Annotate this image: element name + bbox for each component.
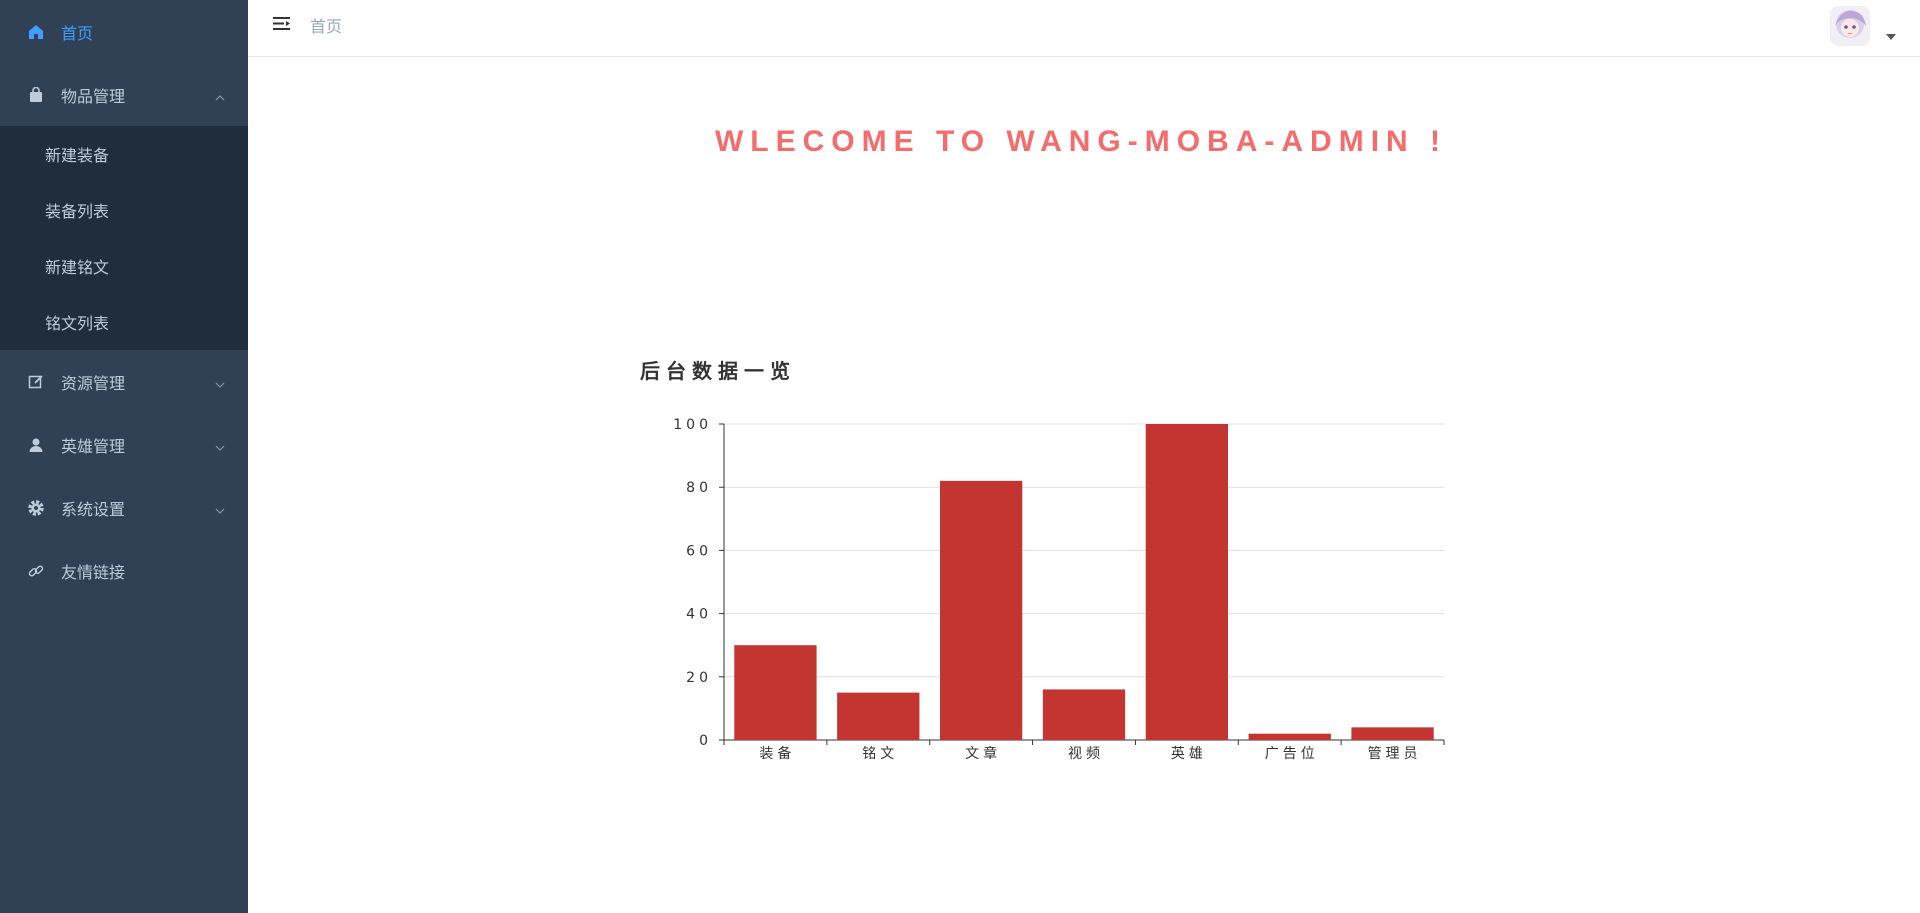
caret-down-icon[interactable] xyxy=(1886,34,1896,40)
bar-5 xyxy=(1248,733,1331,740)
bar-0 xyxy=(734,645,817,740)
breadcrumb[interactable]: 首页 xyxy=(310,13,342,37)
menu-item-goods[interactable]: 物品管理 xyxy=(0,63,248,126)
menu-item-links[interactable]: 友情链接 xyxy=(0,539,248,602)
menu-label-heroes: 英雄管理 xyxy=(61,436,126,456)
menu-item-heroes[interactable]: 英雄管理 xyxy=(0,413,248,476)
y-tick-label: 80 xyxy=(686,480,712,496)
avatar[interactable] xyxy=(1830,6,1870,46)
home-icon xyxy=(27,23,45,41)
y-tick-label: 40 xyxy=(686,607,712,623)
menu-label-goods: 物品管理 xyxy=(61,86,126,106)
shopping-bag-icon xyxy=(27,86,45,104)
gear-icon xyxy=(27,499,45,517)
chevron-down-icon xyxy=(214,376,226,388)
menu-item-home[interactable]: 首页 xyxy=(0,0,248,63)
chart-container: 后台数据一览 0 20 40 60 80 100 装备 铭文 文章 视频 英雄 广告位 管理员 xyxy=(630,350,1460,770)
x-tick-label: 广告位 xyxy=(1265,746,1319,762)
menu-label-resources: 资源管理 xyxy=(61,373,126,393)
hamburger-menu-icon[interactable] xyxy=(272,14,292,34)
top-navbar: 首页 xyxy=(248,0,1920,57)
bar-2 xyxy=(940,480,1023,740)
x-tick-label: 管理员 xyxy=(1368,746,1422,762)
menu-label-settings: 系统设置 xyxy=(61,499,126,519)
submenu-item-rune-list[interactable]: 铭文列表 xyxy=(0,294,248,350)
menu-label-links: 友情链接 xyxy=(61,562,126,582)
chevron-up-icon xyxy=(214,89,226,101)
menu-label-home: 首页 xyxy=(61,23,94,43)
bar-1 xyxy=(837,692,920,740)
bar-3 xyxy=(1042,689,1126,740)
menu-item-settings[interactable]: 系统设置 xyxy=(0,476,248,539)
submenu-item-new-rune[interactable]: 新建铭文 xyxy=(0,238,248,294)
submenu-item-equipment-list[interactable]: 装备列表 xyxy=(0,182,248,238)
bar-chart: 0 20 40 60 80 100 装备 铭文 文章 视频 英雄 广告位 管理员 xyxy=(673,417,1445,762)
x-tick-label: 文章 xyxy=(965,745,1001,762)
y-tick-label: 60 xyxy=(686,543,712,559)
chevron-down-icon xyxy=(214,439,226,451)
x-tick-label: 铭文 xyxy=(862,746,898,762)
y-tick-label: 100 xyxy=(673,417,712,433)
y-tick-label: 20 xyxy=(686,670,712,686)
bar-6 xyxy=(1351,727,1434,740)
bar-4 xyxy=(1145,424,1228,740)
x-tick-label: 装备 xyxy=(759,745,795,762)
edit-icon xyxy=(27,373,45,391)
welcome-banner: WLECOME TO WANG-MOBA-ADMIN ! xyxy=(714,125,1448,158)
user-icon xyxy=(27,436,45,454)
x-tick-label: 视频 xyxy=(1068,746,1104,762)
y-tick-label: 0 xyxy=(699,733,712,749)
submenu-goods: 新建装备 装备列表 新建铭文 铭文列表 xyxy=(0,126,248,350)
menu-item-resources[interactable]: 资源管理 xyxy=(0,350,248,413)
chevron-down-icon xyxy=(214,502,226,514)
link-icon xyxy=(27,562,45,580)
x-tick-label: 英雄 xyxy=(1171,745,1207,762)
